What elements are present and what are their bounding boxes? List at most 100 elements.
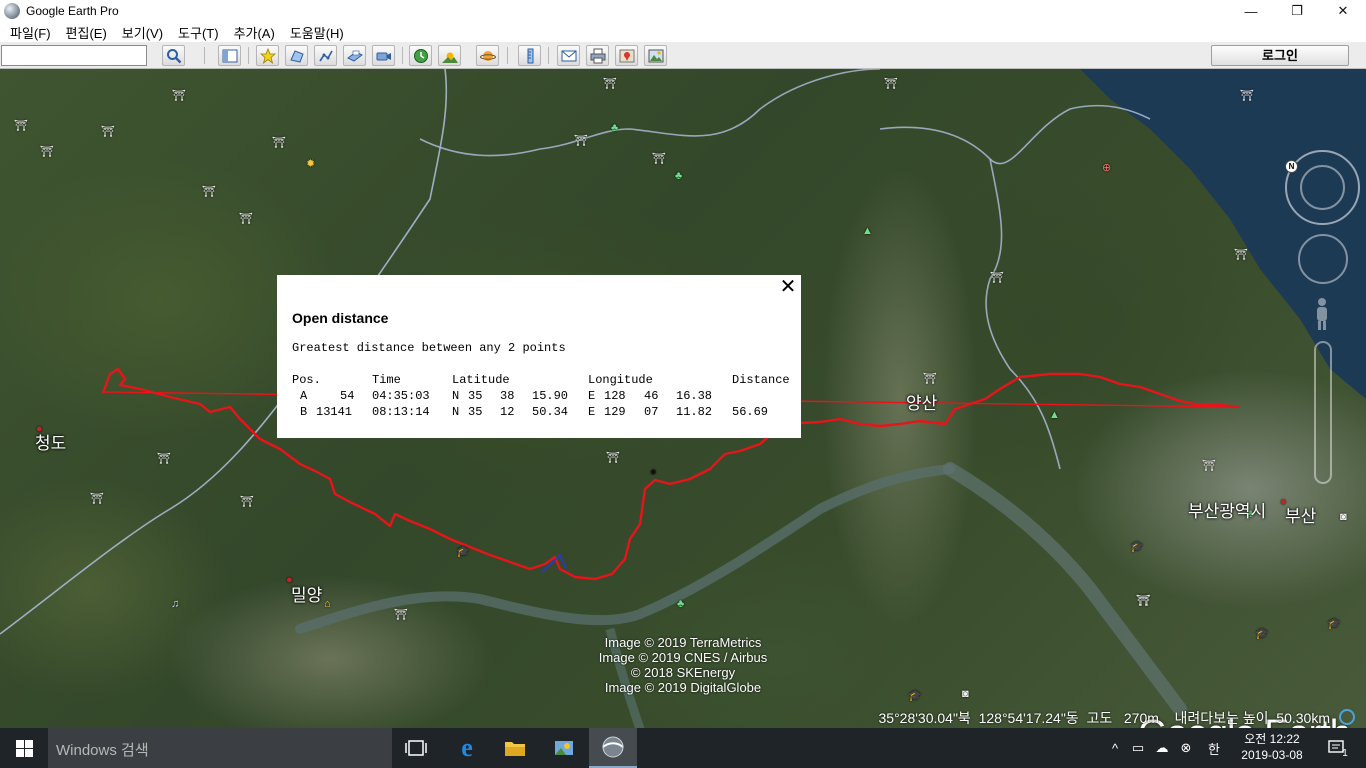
north-up-button[interactable]: N (1285, 160, 1298, 173)
landmark-icon[interactable]: ⛩ (923, 374, 937, 385)
dark-dot-icon[interactable]: ● (650, 467, 657, 478)
landmark-icon[interactable]: ⛩ (157, 454, 171, 465)
google-earth-window: Google Earth Pro — ❐ ✕ 파일(F) 편집(E) 보기(V)… (0, 0, 1366, 768)
landmark-icon[interactable]: ⛩ (90, 494, 104, 505)
ruler-button[interactable] (518, 45, 541, 66)
onedrive-cloud-icon[interactable]: ☁ (1152, 728, 1172, 768)
park-icon[interactable]: ♣ (677, 599, 684, 610)
app-button[interactable] (540, 728, 588, 768)
sidebar-icon (222, 49, 237, 62)
earth-3d-view[interactable]: ⛩ ⛩ ⛩ ⛩ ⛩ ⛩ ⛩ ⛩ ⛩ ⛩ ⛩ ⛩ ⛩ ⛩ ⛩ ⛩ ⛩ ⛩ ⛩ ⛩ … (0, 69, 1366, 729)
landmark-icon[interactable]: ⛩ (202, 187, 216, 198)
menu-add[interactable]: 추가(A) (229, 23, 280, 42)
camera-icon[interactable]: ◙ (1340, 512, 1347, 523)
balloon-close-button[interactable]: ✕ (779, 277, 797, 297)
city-marker-icon[interactable]: ● (36, 424, 43, 435)
envelope-icon (561, 50, 576, 61)
hotel-icon[interactable]: ⌂ (324, 599, 331, 610)
toggle-sidebar-button[interactable] (218, 45, 241, 66)
landmark-icon[interactable]: ⛩ (574, 136, 588, 147)
ime-indicator[interactable]: 한 (1203, 728, 1225, 768)
close-button[interactable]: ✕ (1320, 0, 1366, 22)
landmark-icon[interactable]: ⛩ (1240, 91, 1254, 102)
maximize-button[interactable]: ❐ (1274, 0, 1320, 22)
landmark-icon[interactable]: ⛩ (1136, 596, 1150, 607)
search-button[interactable] (162, 45, 185, 66)
landmark-icon[interactable]: ⛩ (990, 273, 1004, 284)
add-polygon-button[interactable] (285, 45, 308, 66)
school-icon[interactable]: 🎓 (456, 547, 470, 558)
landmark-icon[interactable]: ⛩ (884, 79, 898, 90)
school-icon[interactable]: 🎓 (1255, 629, 1269, 640)
mountain-peak-icon[interactable]: ▲ (1049, 410, 1060, 421)
network-disconnected-icon[interactable]: ⊗ (1176, 728, 1196, 768)
menu-tools[interactable]: 도구(T) (173, 23, 224, 42)
add-image-overlay-button[interactable] (343, 45, 366, 66)
record-tour-button[interactable] (372, 45, 395, 66)
view-in-maps-button[interactable] (615, 45, 638, 66)
city-marker-icon[interactable]: ● (286, 575, 293, 586)
school-icon[interactable]: 🎓 (1327, 619, 1341, 630)
email-button[interactable] (557, 45, 580, 66)
zoom-slider[interactable] (1314, 341, 1332, 484)
menu-help[interactable]: 도움말(H) (285, 23, 349, 42)
landmark-icon[interactable]: ⛩ (603, 79, 617, 90)
river (295, 464, 955, 634)
sun-icon[interactable]: ✹ (306, 159, 315, 170)
minimize-button[interactable]: — (1228, 0, 1274, 22)
look-joystick-inner[interactable] (1300, 165, 1345, 210)
task-view-button[interactable] (392, 728, 440, 768)
action-center-button[interactable]: 1 (1318, 728, 1358, 768)
menu-file[interactable]: 파일(F) (5, 23, 56, 42)
landmark-icon[interactable]: ⛩ (101, 127, 115, 138)
landmark-icon[interactable]: ⛩ (272, 138, 286, 149)
landmark-icon[interactable]: ⛩ (1202, 461, 1216, 472)
menu-edit[interactable]: 편집(E) (61, 23, 112, 42)
landmark-icon[interactable]: ⛩ (240, 497, 254, 508)
save-image-button[interactable] (644, 45, 667, 66)
park-icon[interactable]: ♣ (675, 171, 682, 182)
google-earth-taskbar-button[interactable] (589, 728, 637, 768)
place-label[interactable]: 부산 (1285, 502, 1316, 527)
camera-icon[interactable]: ◙ (962, 689, 969, 700)
landmark-icon[interactable]: ⛩ (1234, 250, 1248, 261)
system-clock[interactable]: 오전 12:22 2019-03-08 (1230, 731, 1314, 763)
battery-icon[interactable]: ▭ (1128, 728, 1148, 768)
search-input[interactable] (1, 45, 147, 66)
place-label[interactable]: 양산 (906, 389, 937, 414)
edge-browser-button[interactable]: e (443, 728, 491, 768)
school-icon[interactable]: 🎓 (1130, 542, 1144, 553)
landmark-icon[interactable]: ⛩ (606, 453, 620, 464)
login-button[interactable]: 로그인 (1211, 45, 1349, 66)
file-explorer-button[interactable] (491, 728, 539, 768)
music-icon[interactable]: ♫ (171, 599, 179, 610)
place-label[interactable]: 밀양 (291, 581, 322, 606)
hospital-icon[interactable]: ⊕ (1102, 163, 1111, 174)
sunlight-button[interactable] (438, 45, 461, 66)
google-earth-icon (602, 736, 624, 758)
add-placemark-button[interactable] (256, 45, 279, 66)
school-icon[interactable]: 🎓 (908, 691, 922, 702)
street-view-pegman-icon[interactable] (1314, 297, 1330, 331)
place-label[interactable]: 부산광역시 (1188, 497, 1266, 522)
show-hidden-icons-button[interactable]: ^ (1106, 728, 1124, 768)
add-path-button[interactable] (314, 45, 337, 66)
historical-imagery-button[interactable] (409, 45, 432, 66)
toolbar: 로그인 (0, 42, 1366, 69)
print-button[interactable] (586, 45, 609, 66)
landmark-icon[interactable]: ⛩ (652, 154, 666, 165)
taskbar-search-placeholder: Windows 검색 (56, 742, 149, 759)
park-icon[interactable]: ♣ (611, 123, 618, 134)
landmark-icon[interactable]: ⛩ (394, 610, 408, 621)
move-joystick[interactable] (1298, 234, 1348, 284)
landmark-icon[interactable]: ⛩ (40, 147, 54, 158)
mountain-peak-icon[interactable]: ▲ (862, 226, 873, 237)
city-marker-icon[interactable]: ● (1280, 497, 1287, 508)
taskbar-search-box[interactable]: Windows 검색 (48, 728, 392, 768)
landmark-icon[interactable]: ⛩ (239, 214, 253, 225)
menu-view[interactable]: 보기(V) (117, 23, 168, 42)
switch-planet-button[interactable] (476, 45, 499, 66)
landmark-icon[interactable]: ⛩ (14, 121, 28, 132)
landmark-icon[interactable]: ⛩ (172, 91, 186, 102)
start-button[interactable] (0, 728, 48, 768)
